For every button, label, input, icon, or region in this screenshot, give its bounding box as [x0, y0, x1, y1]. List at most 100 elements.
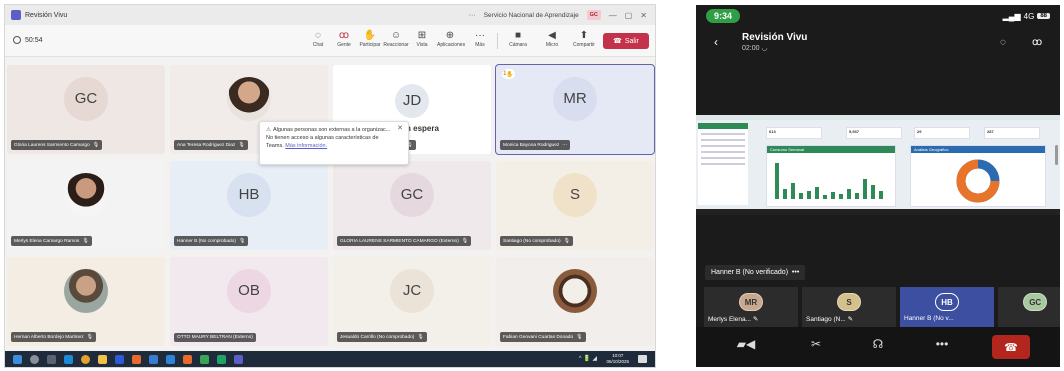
minimize-icon[interactable]: — [609, 11, 617, 20]
mic-label: Micro [545, 42, 559, 48]
participant-tile[interactable]: GC Gloria Laurens Sarmiento Camargo 🎙 [7, 65, 165, 154]
store-icon[interactable] [115, 354, 124, 364]
participant-tile-active[interactable]: 1 ✋ MR Monica Bayona Rodriguez ··· [495, 64, 655, 155]
participant-tile[interactable]: S Santiago (No comprobado) 🎙 [496, 161, 654, 250]
avatar: JC [390, 268, 434, 313]
mic-muted-icon: 🎙 [576, 334, 583, 340]
camera-off-icon[interactable]: ▰◀ [726, 337, 766, 351]
participant-tile[interactable]: Merlys Elena Camargo Ramos 🎙 [7, 161, 165, 250]
participant-tile[interactable]: Fabian Geovani Cuartas Donado 🎙 [496, 257, 654, 346]
app-icon[interactable] [149, 354, 158, 364]
mobile-participant-tile-active[interactable]: HB Hanner B (No v... [900, 287, 994, 327]
leave-label: Salir [624, 37, 639, 45]
app-icon[interactable] [200, 354, 209, 364]
participant-tile[interactable]: JC Jesualdo Carrillo (No comprobado) 🎙 [333, 257, 491, 346]
view-button[interactable]: ⊞ Vista [409, 29, 435, 48]
chat-button[interactable]: ◌ Chat [305, 29, 331, 48]
phone-hangup-icon: ☎ [613, 38, 622, 45]
leave-button[interactable]: ☎ Salir [603, 33, 649, 49]
panel-title: Consumo Semanal [767, 146, 895, 153]
task-view-icon[interactable] [47, 354, 56, 364]
file-explorer-icon[interactable] [98, 354, 107, 364]
hang-up-button[interactable]: ☎ [992, 335, 1030, 359]
mobile-participant-tile[interactable]: GC [998, 287, 1060, 327]
back-arrow-icon[interactable]: ‹ [714, 35, 718, 49]
signal-icon: ▂▄▆ [1002, 11, 1021, 21]
active-speaker-label: Hanner B (No verificado) ••• [705, 265, 806, 280]
camera-button[interactable]: ■ Cámara [505, 29, 531, 48]
edge-icon[interactable] [166, 354, 175, 364]
participant-tile[interactable]: GC GLORIA LAURENS SARMIENTO CAMARGO (Ext… [333, 161, 491, 250]
participant-name: Jesualdo Carrillo (No comprobado) 🎙 [337, 332, 427, 342]
speaker-icon: ◀ [548, 30, 556, 41]
chart-bar [879, 191, 883, 199]
react-button[interactable]: ☺ Reaccionar [383, 29, 409, 48]
chrome-icon[interactable] [81, 354, 90, 364]
close-icon[interactable]: ✕ [640, 11, 647, 20]
headphones-icon[interactable]: ☊ [858, 337, 898, 351]
avatar: MR [553, 76, 597, 121]
chat-icon[interactable]: ◌ [1000, 37, 1006, 48]
participant-name: Fabian Geovani Cuartas Donado 🎙 [500, 332, 586, 342]
windows-start-icon[interactable] [13, 354, 22, 364]
bar-chart [775, 163, 883, 199]
name-text: GLORIA LAURENS SARMIENTO CAMARGO (Extern… [340, 238, 459, 244]
chart-bar [839, 194, 843, 199]
app-icon[interactable] [132, 354, 141, 364]
mic-muted-icon[interactable]: ✂ [796, 337, 836, 351]
windows-taskbar: ^ 🔋 ◢ 10:07 06/10/2025 [5, 351, 655, 367]
chart-bar [863, 179, 867, 199]
video-gallery: GC Gloria Laurens Sarmiento Camargo 🎙 Ana… [7, 64, 655, 353]
participant-tile[interactable]: HB Hanner B (No comprobado) 🎙 [170, 161, 328, 250]
title-bar: Revisión Vivu ··· Servicio Nacional de A… [5, 5, 655, 25]
more-options-icon[interactable]: ••• [922, 337, 962, 351]
apps-button[interactable]: ⊕ Aplicaciones [437, 29, 465, 48]
camera-off-icon: ■ [514, 30, 522, 41]
sidebar-line [701, 145, 745, 147]
account-avatar[interactable]: GC [586, 10, 601, 20]
avatar: OB [227, 268, 271, 313]
network-type: 4G [1023, 11, 1035, 21]
mobile-participant-tile[interactable]: S Santiago (N... ✎ [802, 287, 896, 327]
teams-icon[interactable] [234, 354, 243, 364]
toast-line-1: ⚠ Algunas personas son externas a la orga… [266, 126, 402, 134]
people-button[interactable]: ꝏ Gente [331, 29, 357, 48]
close-icon[interactable]: ✕ [397, 125, 403, 133]
grid-icon: ⊞ [417, 30, 427, 41]
people-icon[interactable]: ꝏ [1032, 37, 1042, 48]
search-icon[interactable] [30, 354, 39, 364]
avatar: HB [935, 293, 959, 311]
mic-button[interactable]: ◀ Micro [539, 29, 565, 48]
participant-tile[interactable]: OB OTTO MAURY BELTRAN (Externo) [170, 257, 328, 346]
share-button[interactable]: ⬆ Compartir [571, 29, 597, 48]
donut-chart [956, 159, 1000, 203]
more-button[interactable]: ··· Más [467, 29, 493, 48]
more-info-link[interactable]: Más información. [285, 143, 327, 149]
app-icon[interactable] [183, 354, 192, 364]
taskbar-clock[interactable]: 10:07 06/10/2025 [606, 353, 629, 365]
system-tray[interactable]: ^ 🔋 ◢ [579, 355, 597, 362]
maximize-icon[interactable]: ▢ [625, 11, 633, 20]
scrollbar[interactable] [1055, 145, 1058, 165]
chart-bar [823, 195, 827, 199]
window-title: Revisión Vivu [25, 11, 68, 19]
excel-icon[interactable] [217, 354, 226, 364]
sidebar-line [701, 151, 745, 153]
mic-muted-icon: 🎙 [238, 238, 246, 244]
teams-mobile-screen: 9:34 ▂▄▆ 4G 88 ‹ Revisión Vivu 02:00 ◡ ◌ ꝏ… [696, 5, 1060, 367]
chart-bar [775, 163, 779, 199]
shared-screen-dashboard[interactable]: 613 5,937 29 287 Consumo Semanal Análisi… [696, 115, 1060, 215]
mic-muted-icon: 🎙 [86, 334, 93, 340]
notification-icon[interactable] [638, 355, 647, 363]
more-options-icon[interactable]: ··· [469, 12, 476, 19]
outlook-icon[interactable] [64, 354, 73, 364]
react-label: Reaccionar [383, 42, 409, 48]
participant-tile[interactable]: Hernan Alberto Bordejo Martinez 🎙 [7, 257, 165, 346]
speaker-more-icon[interactable]: ••• [792, 269, 799, 276]
kpi-card: 287 [984, 127, 1040, 139]
participant-photo [64, 172, 108, 217]
mobile-participant-tile[interactable]: MR Merlys Elena... ✎ [704, 287, 798, 327]
toast-title: Algunas personas son externas a la organ… [272, 127, 391, 133]
raise-hand-button[interactable]: ✋ Participar [357, 29, 383, 48]
view-label: Vista [416, 42, 428, 48]
